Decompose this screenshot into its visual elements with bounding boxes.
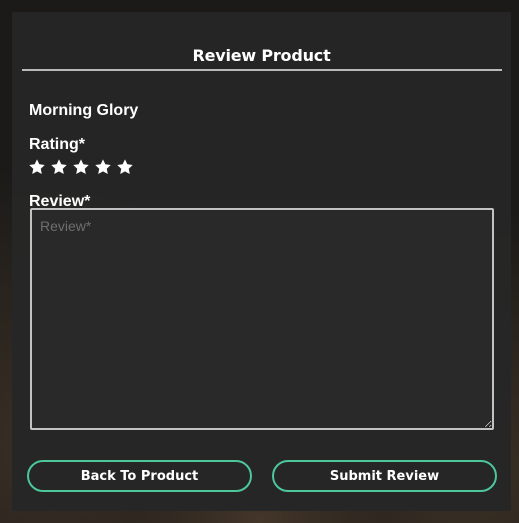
review-textarea[interactable]	[30, 208, 494, 430]
title-divider	[22, 69, 502, 71]
star-icon[interactable]	[50, 158, 68, 176]
star-rating	[28, 158, 134, 176]
modal-title: Review Product	[192, 46, 331, 65]
submit-review-button[interactable]: Submit Review	[272, 460, 497, 492]
star-icon[interactable]	[94, 158, 112, 176]
back-to-product-button[interactable]: Back To Product	[27, 460, 252, 492]
star-icon[interactable]	[72, 158, 90, 176]
star-icon[interactable]	[28, 158, 46, 176]
rating-label: Rating*	[29, 136, 85, 153]
star-icon[interactable]	[116, 158, 134, 176]
product-name: Morning Glory	[29, 102, 139, 119]
review-modal: Review Product Morning Glory Rating* Rev…	[12, 12, 511, 511]
